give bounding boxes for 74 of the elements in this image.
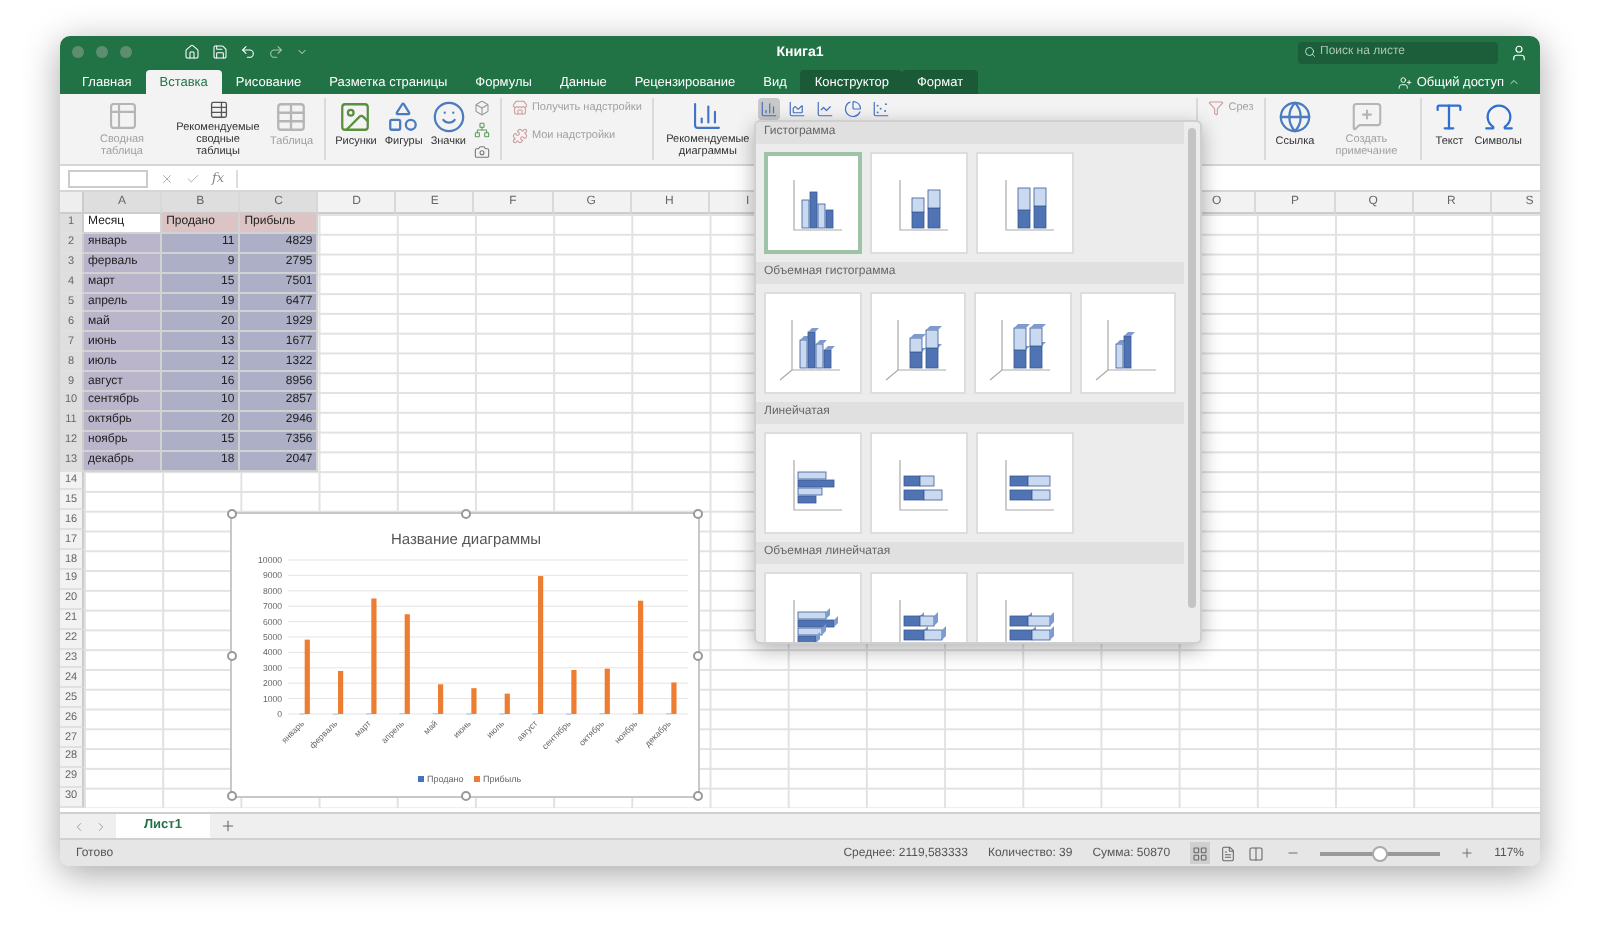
minus-icon [1286, 846, 1301, 860]
user-icon [1510, 43, 1528, 61]
toolbar-button[interactable] [757, 98, 780, 120]
slider-thumb[interactable] [1372, 845, 1389, 861]
resize-handle[interactable] [693, 791, 703, 801]
chart-type-option[interactable] [976, 432, 1074, 534]
column-chart-icon [759, 100, 778, 118]
comment-icon [1349, 100, 1384, 132]
view-button[interactable] [1218, 842, 1239, 864]
toolbar-button[interactable] [869, 98, 892, 120]
pivot-table-icon [105, 100, 139, 132]
chart-type-option[interactable] [764, 432, 862, 534]
redo-icon [268, 44, 284, 60]
shapes-icon [386, 100, 421, 134]
home-icon [184, 44, 200, 60]
chart-type-option[interactable] [976, 152, 1074, 254]
search-icon [1304, 45, 1316, 57]
view-button[interactable] [1246, 842, 1267, 864]
camera-icon [473, 144, 490, 160]
check-icon [186, 171, 200, 185]
toolbar-button[interactable] [471, 142, 492, 162]
resize-handle[interactable] [227, 791, 237, 801]
resize-handle[interactable] [460, 791, 470, 801]
toolbar-button[interactable] [841, 98, 864, 120]
store-icon [511, 100, 528, 116]
chart-type-option[interactable] [1079, 292, 1176, 394]
puzzle-icon [511, 128, 528, 144]
plus-icon [1460, 846, 1475, 860]
chart-type-option[interactable] [974, 292, 1071, 394]
chart-type-option[interactable] [870, 152, 968, 254]
legend-swatch [474, 776, 480, 782]
filter-icon [1208, 100, 1225, 116]
pie-chart-icon [843, 100, 862, 118]
resize-handle[interactable] [227, 509, 237, 519]
column-chart-icon [690, 100, 725, 132]
page-icon [1220, 845, 1237, 861]
scatter-chart-icon [871, 100, 890, 118]
chart-type-option[interactable] [869, 292, 966, 394]
globe-icon [1277, 100, 1312, 134]
caret-icon [1508, 76, 1520, 88]
plus-icon [219, 818, 236, 834]
toolbar-button[interactable] [471, 98, 492, 118]
text-icon [1432, 100, 1467, 134]
resize-handle[interactable] [460, 509, 470, 519]
resize-handle[interactable] [693, 509, 703, 519]
person-add-icon [1398, 75, 1413, 89]
view-button[interactable] [1190, 842, 1211, 864]
cancel-icon [160, 171, 174, 185]
next-icon [94, 819, 108, 833]
table-icon [274, 100, 309, 134]
cube-icon [473, 100, 490, 116]
scrollbar[interactable] [1188, 128, 1196, 608]
diagram-icon [473, 122, 490, 138]
caret-icon [296, 46, 308, 58]
add-sheet-button[interactable] [217, 815, 238, 837]
picture-icon [338, 100, 373, 134]
toolbar-button[interactable] [785, 98, 808, 120]
resize-handle[interactable] [227, 650, 237, 660]
smile-icon [431, 100, 466, 134]
chart-type-option[interactable] [870, 432, 968, 534]
chart-type-option[interactable] [764, 292, 861, 394]
columns-icon [1248, 845, 1265, 861]
chart-type-option[interactable] [764, 152, 862, 254]
legend-swatch [418, 776, 424, 782]
line-chart-icon [815, 100, 834, 118]
save-icon [212, 44, 228, 60]
undo-icon [240, 44, 256, 60]
omega-icon [1481, 100, 1516, 134]
resize-handle[interactable] [693, 650, 703, 660]
grid-icon [1192, 845, 1209, 861]
previous-icon [72, 819, 86, 833]
toolbar-button[interactable] [813, 98, 836, 120]
toolbar-button[interactable] [471, 120, 492, 140]
area-chart-icon [787, 100, 806, 118]
